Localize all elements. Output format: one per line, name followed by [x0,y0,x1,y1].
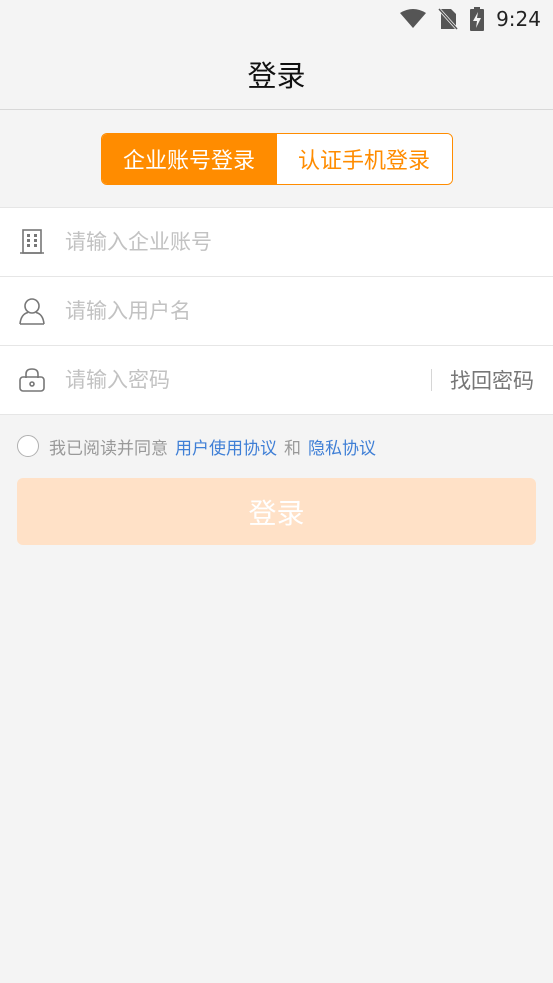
login-form: 找回密码 [0,207,553,415]
user-agreement-link[interactable]: 用户使用协议 [175,434,277,459]
divider [431,369,432,391]
login-button[interactable]: 登录 [17,478,536,545]
agreement-and: 和 [284,438,301,459]
status-time: 9:24 [496,7,541,31]
agreement-row: 我已阅读并同意 用户使用协议 和 隐私协议 [0,415,553,477]
password-input[interactable] [65,360,431,400]
username-row [0,277,553,346]
company-account-row [0,208,553,277]
battery-charging-icon [470,7,485,31]
page-title: 登录 [247,58,306,93]
status-icons: 9:24 [400,7,541,31]
building-icon [17,227,47,257]
wifi-icon [400,9,427,29]
tab-verified-phone-login[interactable]: 认证手机登录 [276,133,452,184]
username-input[interactable] [65,291,553,331]
find-password-link[interactable]: 找回密码 [450,365,553,395]
tab-enterprise-account-login[interactable]: 企业账号登录 [101,133,277,184]
agreement-prefix: 我已阅读并同意 [49,438,168,459]
agreement-checkbox[interactable] [17,435,39,457]
lock-icon [17,365,47,395]
login-mode-switch: 企业账号登录 认证手机登录 [100,132,453,185]
user-icon [17,296,47,326]
privacy-policy-link[interactable]: 隐私协议 [308,434,376,459]
password-row: 找回密码 [0,346,553,414]
login-mode-switch-wrap: 企业账号登录 认证手机登录 [0,110,553,207]
company-account-input[interactable] [65,222,553,262]
status-bar: 9:24 [0,0,553,38]
app-header: 登录 [0,38,553,110]
no-sim-icon [438,8,459,30]
